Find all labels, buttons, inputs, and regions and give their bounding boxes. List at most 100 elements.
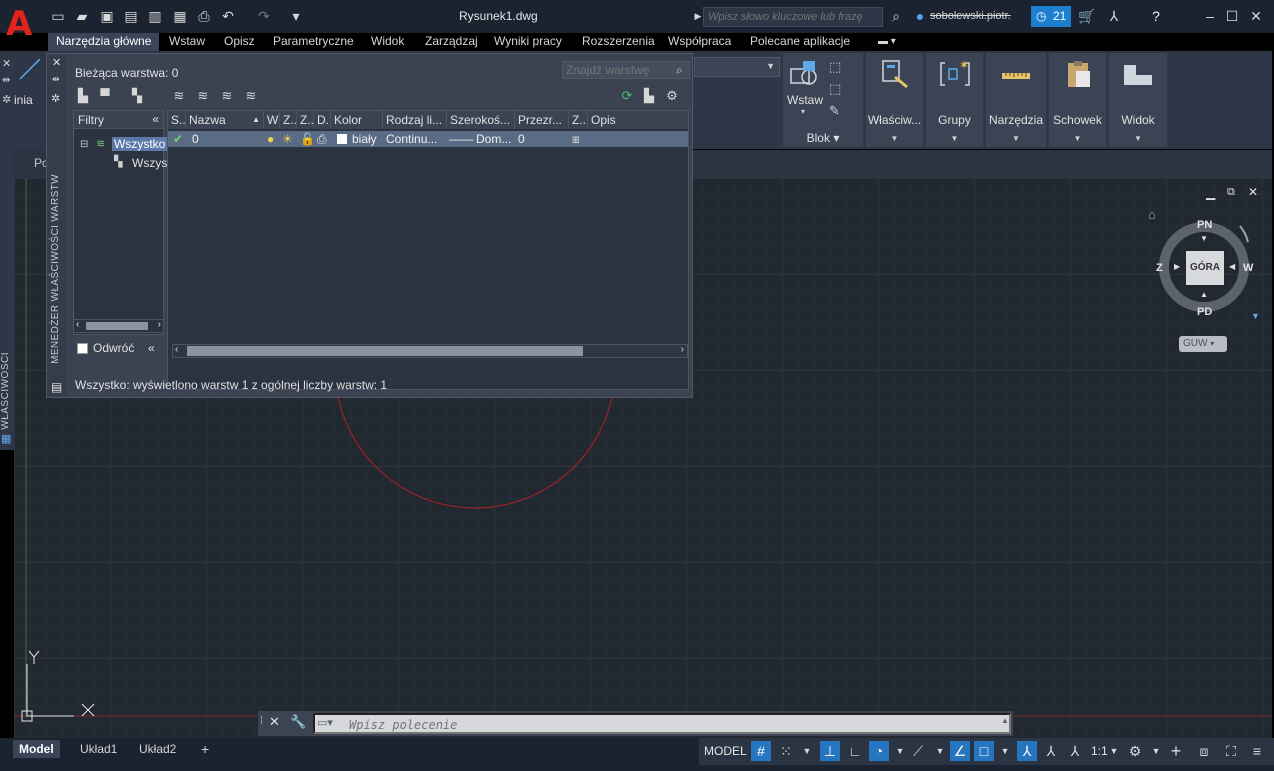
export-icon[interactable]: ▦ [172, 8, 188, 24]
layout-tab-model[interactable]: Model [13, 740, 60, 758]
help-search-input[interactable] [703, 7, 883, 27]
recent-commands-icon[interactable]: ▭▾ [317, 716, 333, 729]
tab-collaborate[interactable]: Współpraca [668, 33, 731, 51]
layer-color-cell[interactable]: biały [352, 131, 377, 147]
set-current-layer-icon[interactable]: ≋ [243, 88, 259, 104]
print-icon[interactable]: ⎙ [196, 8, 212, 24]
layout-tab-2[interactable]: Układ2 [133, 740, 182, 758]
subscription-timer-badge[interactable]: ◷ 21 [1031, 6, 1071, 27]
chevron-down-icon[interactable]: ▼ [890, 741, 910, 761]
command-input[interactable] [313, 713, 1011, 734]
polar-tracking-icon[interactable]: ◔ [869, 741, 889, 761]
annotation-monitor-icon[interactable]: + [1166, 741, 1186, 761]
isolate-objects-icon[interactable]: ⧈ [1194, 741, 1214, 761]
auto-hide-icon[interactable]: ⇹ [2, 75, 10, 86]
rotate-down-arrow-icon[interactable]: ▲ [1200, 290, 1208, 299]
ortho-icon[interactable]: ∟ [845, 741, 865, 761]
layer-search-input[interactable] [562, 61, 690, 79]
delete-layer-icon[interactable]: ≋ [219, 88, 235, 104]
new-group-filter-icon[interactable]: ▀ [97, 88, 113, 104]
tree-collapse-icon[interactable]: ⊟ [80, 139, 88, 150]
viewcube-menu-icon[interactable]: ▼ [1251, 311, 1260, 321]
col-name[interactable]: Nazwa ▲ [186, 111, 264, 129]
tab-insert[interactable]: Wstaw [169, 33, 205, 51]
color-swatch[interactable] [337, 134, 347, 144]
layer-linetype-cell[interactable]: Continu... [386, 131, 437, 147]
ribbon-display-toggle-icon[interactable]: ▬ ▾ [878, 33, 896, 51]
quick-access-dropdown-icon[interactable]: ▾ [288, 8, 304, 24]
user-icon[interactable]: ● [912, 8, 928, 24]
layer-name-cell[interactable]: 0 [192, 131, 199, 147]
collapse-filters-icon[interactable]: « [152, 112, 159, 126]
model-space-toggle[interactable]: MODEL [704, 744, 747, 758]
customization-menu-icon[interactable]: ≡ [1247, 741, 1267, 761]
object-snap-icon[interactable]: □ [974, 741, 994, 761]
compass-north[interactable]: PN [1197, 219, 1212, 231]
scroll-thumb[interactable] [86, 322, 148, 330]
auto-scale-icon[interactable]: ⅄ [1041, 741, 1061, 761]
collapse-tree-icon[interactable]: « [148, 341, 155, 355]
add-layout-icon[interactable]: + [195, 740, 215, 758]
scroll-left-icon[interactable]: ‹ [175, 344, 178, 355]
command-history-icon[interactable]: ▲ [1001, 716, 1009, 725]
compass-south[interactable]: PD [1197, 306, 1212, 318]
properties-palette-icon[interactable]: ▦ [1, 432, 12, 448]
new-vp-freeze-icon[interactable]: ⧆ [572, 131, 580, 147]
annotation-visibility-icon[interactable]: ⅄ [1017, 741, 1037, 761]
tab-home[interactable]: Narzędzia główne [48, 33, 160, 51]
properties-palette-label[interactable]: WŁAŚCIWOŚCI [0, 352, 14, 430]
unlocked-icon[interactable]: 🔓 [300, 131, 315, 147]
minimize-viewport-icon[interactable]: ▁ [1206, 186, 1215, 200]
cart-icon[interactable]: 🛒 [1078, 8, 1095, 24]
line-tool-label[interactable]: inia [14, 93, 33, 107]
grip-handle-icon[interactable]: ⁞ [260, 715, 263, 727]
rotate-right-arrow-icon[interactable]: ◀ [1229, 262, 1235, 271]
chevron-down-icon[interactable]: ▼ [1146, 741, 1166, 761]
chevron-down-icon[interactable]: ▼ [995, 741, 1015, 761]
filters-horizontal-scrollbar[interactable]: ‹ › [73, 319, 164, 333]
printer-icon[interactable]: ⎙ [317, 131, 327, 147]
tab-addins[interactable]: Rozszerzenia [582, 33, 655, 51]
col-new-vp-freeze[interactable]: Z.. [569, 111, 588, 129]
tab-annotate[interactable]: Opisz [224, 33, 255, 51]
new-property-filter-icon[interactable]: ▙ [75, 88, 91, 104]
chevron-down-icon[interactable]: ▼ [797, 741, 817, 761]
palette-settings-icon[interactable]: ✲ [2, 93, 11, 106]
compass-east[interactable]: W [1243, 262, 1253, 274]
compass-west[interactable]: Z [1156, 262, 1163, 274]
edit-block-icon[interactable]: ⬚ [829, 81, 841, 97]
create-block-icon[interactable]: ⬚ [829, 59, 841, 75]
settings-gear-icon[interactable]: ⚙ [664, 88, 680, 104]
layer-translator-icon[interactable]: ▙ [641, 88, 657, 104]
refresh-icon[interactable]: ⟳ [619, 88, 635, 104]
col-linetype[interactable]: Rodzaj li... [383, 111, 447, 129]
tab-featured-apps[interactable]: Polecane aplikacje [750, 33, 850, 51]
open-file-icon[interactable]: ▰ [74, 8, 90, 24]
layer-states-manager-icon[interactable]: ▚ [129, 88, 145, 104]
invert-filter-checkbox[interactable] [77, 343, 88, 354]
col-on[interactable]: W [264, 111, 280, 129]
close-palette-icon[interactable]: ✕ [52, 56, 61, 69]
filter-all-used-item[interactable]: Wszys [132, 156, 167, 170]
insert-block-icon[interactable] [789, 59, 821, 89]
grid-icon[interactable]: # [751, 741, 771, 761]
restore-viewport-icon[interactable]: ⧉ [1227, 186, 1235, 199]
col-freeze[interactable]: Z.. [280, 111, 297, 129]
minimize-window-icon[interactable]: – [1200, 6, 1220, 26]
snap-icon[interactable]: ⁙ [776, 741, 796, 761]
grid-horizontal-scrollbar[interactable]: ‹ › [172, 344, 688, 358]
save-as-icon[interactable]: ▤ [123, 8, 139, 24]
new-layer-vp-frozen-icon[interactable]: ≋ [195, 88, 211, 104]
palette-title-bar[interactable]: ✕ ⇹ ✲ MENEDŻER WŁAŚCIWOŚCI WARSTW ▤ [47, 54, 67, 397]
properties-panel[interactable]: Właściw... ▼ [866, 53, 923, 147]
sun-thaw-icon[interactable]: ☀ [282, 131, 293, 147]
auto-hide-icon[interactable]: ⇹ [52, 74, 60, 85]
help-icon[interactable]: ? [1148, 8, 1164, 24]
tab-view[interactable]: Widok [371, 33, 404, 51]
save-icon[interactable]: ▣ [99, 8, 115, 24]
col-status[interactable]: S.. [168, 111, 186, 129]
rotate-left-arrow-icon[interactable]: ▶ [1174, 262, 1180, 271]
layer-lineweight-cell[interactable]: Dom... [476, 131, 511, 147]
scroll-right-icon[interactable]: › [158, 319, 161, 330]
close-palette-icon[interactable]: ✕ [2, 57, 11, 70]
